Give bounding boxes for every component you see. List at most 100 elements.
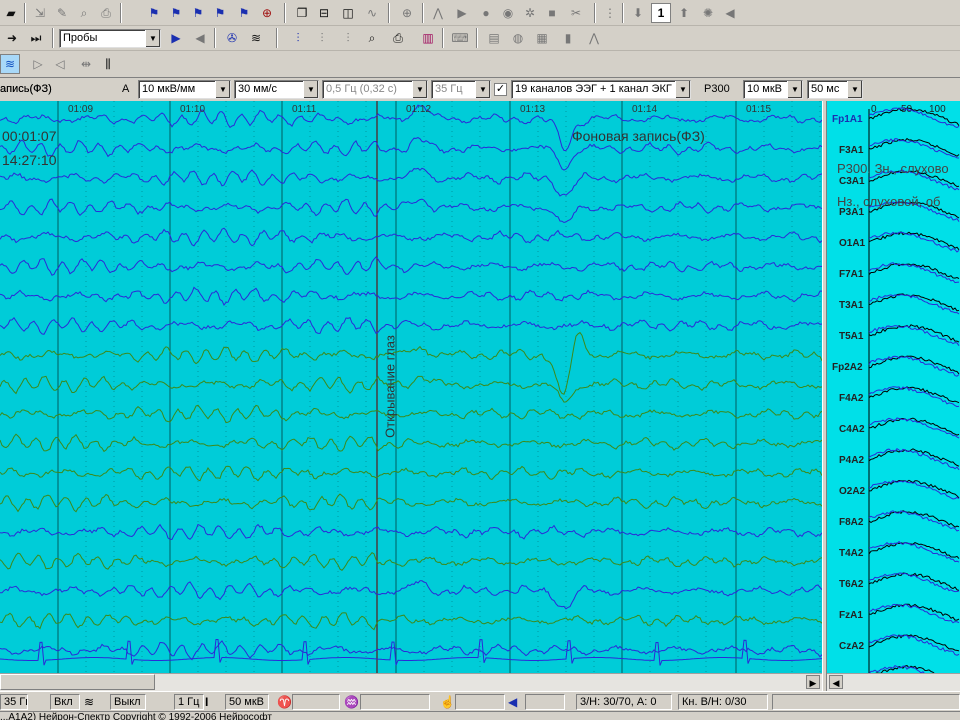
import-icon[interactable]: ⇲ [30, 3, 50, 23]
print-icon[interactable]: ⎙ [96, 3, 116, 23]
channel-label: FzA1 [839, 610, 863, 621]
scale-value: 10 мкВ/мм [142, 83, 196, 95]
brain-map-icon[interactable]: ◍ [508, 28, 528, 48]
peak-icon[interactable]: ⋀ [428, 3, 448, 23]
channel-label: T6A2 [839, 579, 864, 590]
averaged-curve [868, 540, 960, 563]
empty-status-5 [772, 694, 960, 710]
histogram-icon[interactable]: ▮ [558, 28, 578, 48]
scroll-left-arrow-icon[interactable]: ◀ [829, 675, 843, 689]
settings-wheel-icon[interactable]: ✲ [520, 3, 540, 23]
montage-icon[interactable]: ⚑ [144, 3, 164, 23]
panel-splitter[interactable] [822, 78, 827, 691]
spectrum-icon[interactable]: ⫶ [312, 28, 332, 48]
averaging-panel[interactable]: 0 50 100 Fp1A1 F3A1 C3A1 P3A1 O1A1 F7A1 T3A1 T5A1 F… [827, 101, 960, 673]
ecg-checkbox[interactable]: ✓ [494, 83, 507, 96]
speed-select[interactable]: 30 мм/с ▼ [234, 80, 319, 99]
panel-scrollbar[interactable]: ◀ [827, 673, 960, 691]
duration-select[interactable]: 50 мс ▼ [807, 80, 863, 99]
wave-mode-icon[interactable]: ≋ [0, 54, 20, 74]
play-icon[interactable]: ▶ [166, 28, 186, 48]
channel-label: Fp1A1 [832, 114, 863, 125]
averaged-curve [868, 417, 960, 439]
wave-lines-icon[interactable]: ≋ [246, 28, 266, 48]
preview-icon[interactable]: ⌕ [74, 3, 94, 23]
montage-icon[interactable]: ⚑ [188, 3, 208, 23]
buttons-status: Кн. В/Н: 0/30 [678, 694, 768, 710]
forward-icon[interactable]: ➜ [2, 28, 22, 48]
window-vertical-icon[interactable]: ◫ [338, 3, 358, 23]
globe-gray-icon[interactable]: ⊕ [397, 3, 417, 23]
window-cascade-icon[interactable]: ❐ [292, 3, 312, 23]
toolbar-separator [284, 3, 286, 23]
page-number-field[interactable]: 1 [651, 3, 671, 23]
keyboard-icon[interactable]: ⌨ [450, 28, 470, 48]
open-folder-icon[interactable]: ▰ [1, 3, 21, 23]
arrow-down-icon[interactable]: ⬇ [628, 3, 648, 23]
curve-icon[interactable]: ⋀ [584, 28, 604, 48]
clock-time: 14:27:10 [2, 152, 57, 168]
filter-icon[interactable]: ⫶ [338, 28, 358, 48]
hf-filter-value: 0,5 Гц (0,32 с) [326, 83, 397, 95]
averaged-curve [868, 448, 960, 467]
empty-status-3 [455, 694, 505, 710]
mapping-icon[interactable]: ▥ [418, 28, 438, 48]
eeg-traces [0, 101, 822, 673]
table-icon[interactable]: ▦ [532, 28, 552, 48]
off-status[interactable]: Выкл [110, 694, 146, 710]
averaged-curve [868, 603, 960, 624]
overlay-label-2: Нз., слуховой, об [837, 194, 941, 209]
next-end-icon[interactable]: ⏭ [26, 28, 46, 48]
expand-icon[interactable]: ⇹ [76, 54, 96, 74]
edit-doc-icon[interactable]: ✎ [52, 3, 72, 23]
channel-label: Fp2A2 [832, 362, 863, 373]
eeg-channel-trace [0, 198, 822, 224]
scale-select[interactable]: 10 мкВ/мм ▼ [138, 80, 231, 99]
back-icon[interactable]: ◀ [190, 28, 210, 48]
chevron-down-icon: ▼ [475, 81, 490, 98]
window-horizontal-icon[interactable]: ⊟ [314, 3, 334, 23]
stop-icon[interactable]: ■ [542, 3, 562, 23]
averaged-curve [868, 231, 960, 253]
record-icon[interactable]: ● [476, 3, 496, 23]
track-select[interactable]: Пробы ▼ [59, 29, 161, 48]
montage-icon[interactable]: ⚑ [210, 3, 230, 23]
print-icon[interactable]: ⎙ [388, 28, 408, 48]
toolbar-separator [422, 3, 424, 23]
cut-icon[interactable]: ✂ [566, 3, 586, 23]
play-icon[interactable]: ▶ [452, 3, 472, 23]
globe-icon[interactable]: ⊕ [257, 3, 277, 23]
stimulus-icon[interactable]: ✇ [222, 28, 242, 48]
bars-icon[interactable]: ⫼ [98, 54, 118, 74]
eeg-trace-area[interactable]: 00:01:07 14:27:10 Фоновая запись(ФЗ) Отк… [0, 101, 822, 673]
horizontal-scrollbar[interactable]: ▶ [0, 673, 822, 691]
play-small-icon[interactable]: ▷ [28, 54, 48, 74]
amplitude-select[interactable]: 10 мкВ ▼ [743, 80, 803, 99]
eeg-analysis-icon[interactable]: ⫶ [288, 28, 308, 48]
marker-icon[interactable]: ⋮ [600, 3, 620, 23]
hf-filter-select[interactable]: 0,5 Гц (0,32 с) ▼ [322, 80, 428, 99]
eeg-channel-trace [0, 286, 822, 306]
arrow-up-icon[interactable]: ⬆ [674, 3, 694, 23]
toolbar-separator [214, 28, 216, 48]
segment-label: Фоновая запись(ФЗ) [572, 128, 705, 144]
sound-icon[interactable]: ◀ [720, 3, 740, 23]
back-small-icon[interactable]: ◁ [50, 54, 70, 74]
flash-icon[interactable]: ✺ [698, 3, 718, 23]
report-icon[interactable]: ▤ [484, 28, 504, 48]
lf-filter-select[interactable]: 35 Гц ▼ [431, 80, 491, 99]
channels-select[interactable]: 19 каналов ЭЭГ + 1 канал ЭКГ ▼ [511, 80, 691, 99]
waveform-icon[interactable]: ∿ [362, 3, 382, 23]
channel-mark: A [122, 83, 130, 95]
chevron-down-icon: ▼ [303, 81, 318, 98]
montage-icon[interactable]: ⚑ [234, 3, 254, 23]
cal-icon: I [205, 695, 209, 709]
eeg-channel-trace [0, 167, 822, 197]
scroll-thumb[interactable] [0, 674, 155, 690]
on-status[interactable]: Вкл [50, 694, 80, 710]
preview-icon[interactable]: ⌕ [362, 28, 382, 48]
channels-value: 19 каналов ЭЭГ + 1 канал ЭКГ [515, 83, 672, 95]
scroll-right-arrow-icon[interactable]: ▶ [806, 675, 820, 689]
target-icon[interactable]: ◉ [498, 3, 518, 23]
montage-icon[interactable]: ⚑ [166, 3, 186, 23]
